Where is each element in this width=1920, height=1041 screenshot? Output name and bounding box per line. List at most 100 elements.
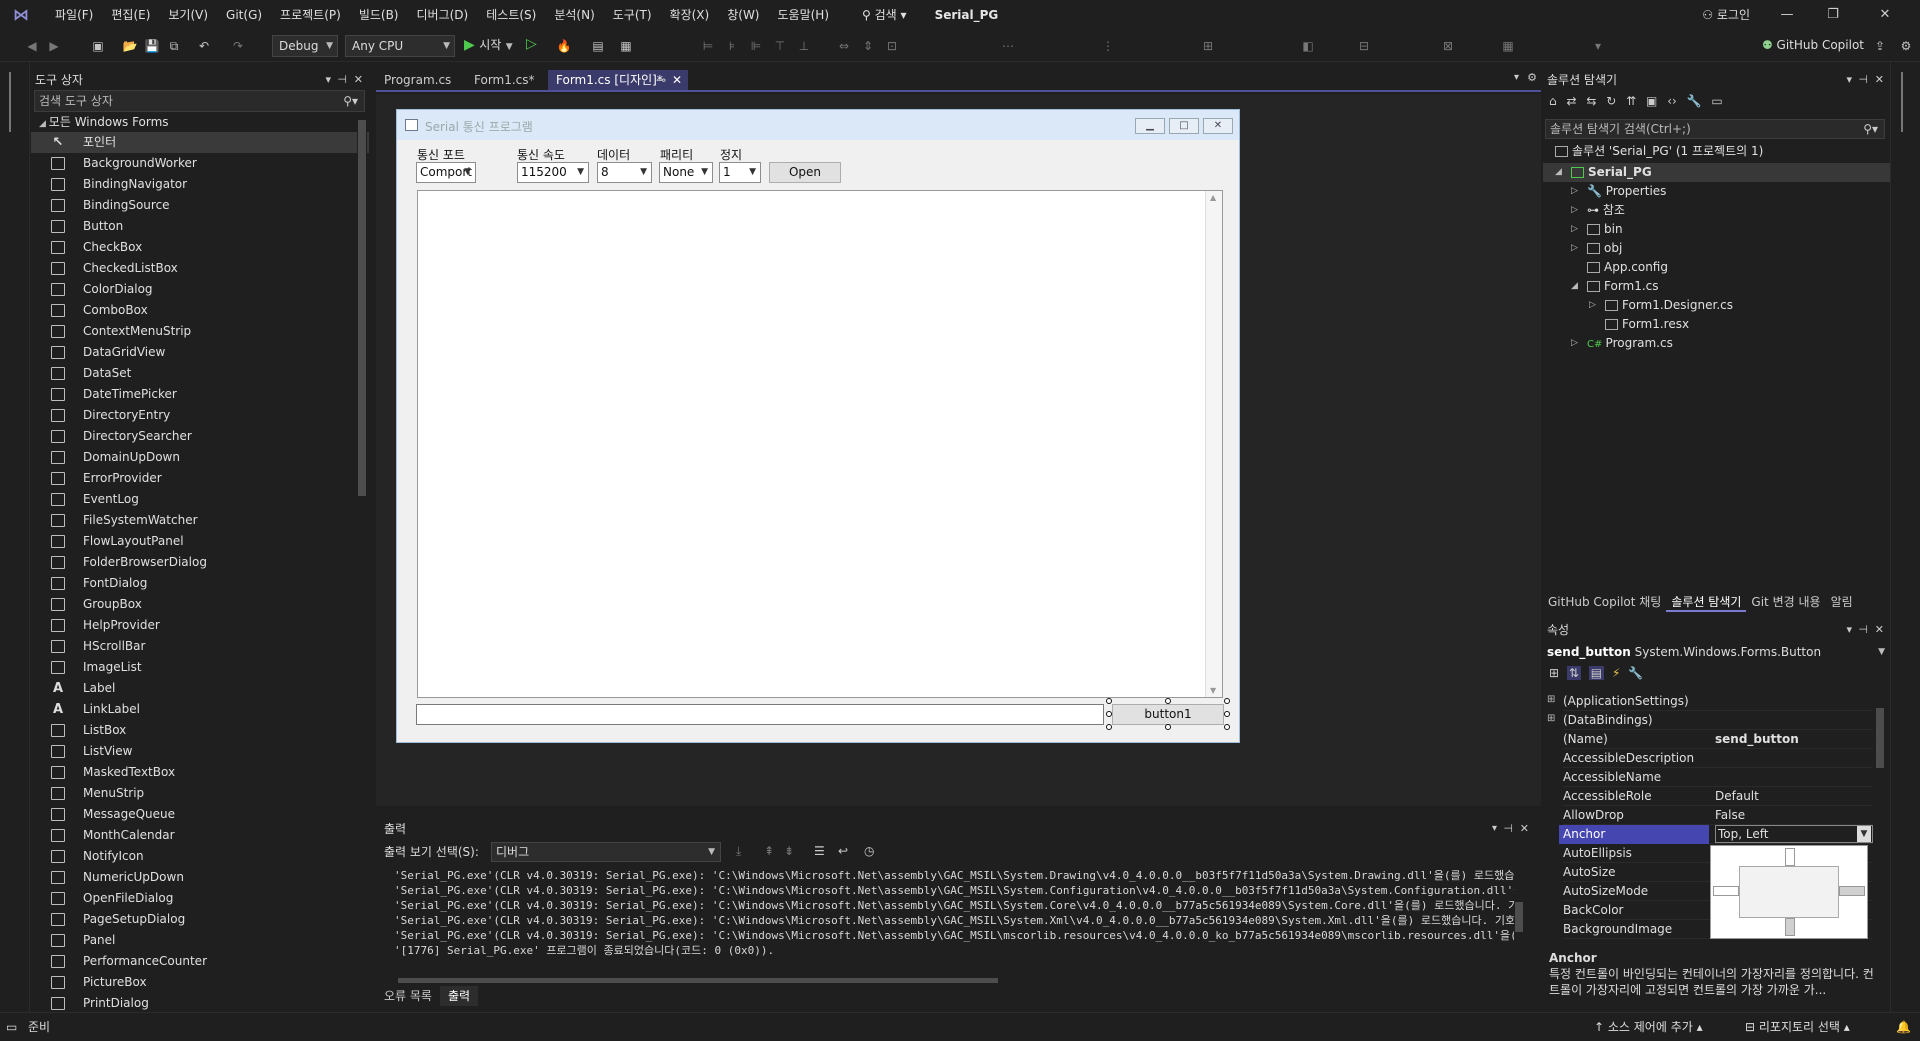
- tab-copilot-chat[interactable]: GitHub Copilot 채팅: [1543, 592, 1666, 612]
- menu-extensions[interactable]: 확장(X): [661, 0, 719, 30]
- receive-textbox[interactable]: ▲ ▼: [417, 190, 1223, 698]
- close-icon[interactable]: ✕: [1520, 818, 1529, 840]
- prop-row[interactable]: AccessibleRole Default: [1563, 787, 1873, 806]
- dropdown-icon[interactable]: ▾: [325, 70, 331, 90]
- toolbox-search-input[interactable]: 검색 도구 상자 ⚲▾: [34, 90, 365, 112]
- tree-program-cs[interactable]: ▷ C# Program.cs: [1571, 334, 1673, 353]
- toolbox-item[interactable]: ColorDialog: [31, 279, 369, 300]
- events-lightning-icon[interactable]: ⚡: [1612, 666, 1620, 680]
- dropdown-icon[interactable]: ▾: [1846, 70, 1852, 90]
- toolbox-item[interactable]: NumericUpDown: [31, 867, 369, 888]
- toolbox-item[interactable]: MonthCalendar: [31, 825, 369, 846]
- toolbox-item[interactable]: DirectorySearcher: [31, 426, 369, 447]
- tab-git-changes[interactable]: Git 변경 내용: [1746, 592, 1825, 612]
- center-horizontally-icon[interactable]: ⊞: [1200, 38, 1216, 54]
- toolbox-item[interactable]: MessageQueue: [31, 804, 369, 825]
- tree-form1-designer[interactable]: ▷ Form1.Designer.cs: [1589, 296, 1733, 315]
- menu-project[interactable]: 프로젝트(P): [271, 0, 350, 30]
- toolbox-item[interactable]: ErrorProvider: [31, 468, 369, 489]
- combo-parity[interactable]: None ▼: [659, 162, 713, 183]
- anchor-editor[interactable]: [1710, 845, 1868, 939]
- combo-stop[interactable]: 1 ▼: [719, 162, 761, 183]
- expand-icon[interactable]: ▷: [1571, 182, 1578, 201]
- properties-list-icon[interactable]: ▤: [1588, 666, 1605, 680]
- pin-icon[interactable]: ⊸: [656, 70, 666, 90]
- layout-icon[interactable]: ▦: [618, 38, 634, 54]
- menu-test[interactable]: 테스트(S): [477, 0, 545, 30]
- prop-value[interactable]: Top, Left ▼: [1715, 825, 1873, 843]
- more-tools-icon[interactable]: ▾: [1590, 38, 1606, 54]
- tab-order-icon[interactable]: ⊟: [1356, 38, 1372, 54]
- property-pages-wrench-icon[interactable]: 🔧: [1628, 666, 1643, 680]
- preview-icon[interactable]: ▭: [1711, 94, 1722, 108]
- toolbox-dock-tab[interactable]: [9, 72, 21, 132]
- prop-row[interactable]: AccessibleDescription: [1563, 749, 1873, 768]
- solution-search-input[interactable]: 솔루션 탐색기 검색(Ctrl+;) ⚲▾: [1545, 119, 1885, 139]
- toolbox-item[interactable]: PageSetupDialog: [31, 909, 369, 930]
- toolbox-item[interactable]: OpenFileDialog: [31, 888, 369, 909]
- start-without-debug-icon[interactable]: ▷: [526, 36, 537, 52]
- toolbox-item[interactable]: BindingSource: [31, 195, 369, 216]
- align-centers-icon[interactable]: ⊧: [724, 38, 740, 54]
- toolbox-item[interactable]: A LinkLabel: [31, 699, 369, 720]
- close-tab-icon[interactable]: ✕: [672, 70, 682, 90]
- menu-edit[interactable]: 편집(E): [102, 0, 159, 30]
- pin-icon[interactable]: ⊣: [1858, 70, 1868, 90]
- output-vscrollbar-thumb[interactable]: [1515, 902, 1523, 932]
- toolbox-item[interactable]: CheckedListBox: [31, 258, 369, 279]
- label-stop[interactable]: 정지: [720, 146, 742, 163]
- anchor-bottom[interactable]: [1785, 918, 1795, 936]
- find-message-icon[interactable]: ⤓: [736, 844, 741, 859]
- back-icon[interactable]: ◀: [24, 38, 40, 54]
- tree-properties[interactable]: ▷ 🔧 Properties: [1571, 182, 1666, 201]
- save-icon[interactable]: 💾: [144, 38, 160, 54]
- toolbox-item[interactable]: ListBox: [31, 720, 369, 741]
- restore-icon[interactable]: ❐: [1810, 0, 1856, 30]
- combo-port[interactable]: Comport ▼: [416, 162, 476, 183]
- open-button[interactable]: Open: [769, 162, 841, 183]
- prop-value[interactable]: False: [1715, 806, 1873, 825]
- select-repository-button[interactable]: ⊟ 리포지토리 선택 ▴: [1745, 1013, 1850, 1041]
- close-icon[interactable]: ✕: [1862, 0, 1908, 30]
- properties-scrollbar[interactable]: [1876, 692, 1884, 940]
- toolbox-item[interactable]: ↖ 포인터: [31, 132, 369, 153]
- platform-select[interactable]: Any CPU ▼: [345, 35, 455, 57]
- combo-baud[interactable]: 115200 ▼: [517, 162, 589, 183]
- view-code-icon[interactable]: ‹›: [1667, 94, 1677, 108]
- github-copilot-button[interactable]: ⚉ GitHub Copilot: [1762, 38, 1864, 52]
- prop-row[interactable]: (Name) send_button: [1563, 730, 1873, 749]
- collapse-all-icon[interactable]: ⇈: [1626, 94, 1636, 108]
- selection-handle[interactable]: [1224, 698, 1230, 704]
- selection-handle[interactable]: [1106, 724, 1112, 730]
- global-search[interactable]: ⚲ 검색 ▾: [854, 0, 915, 30]
- selection-handle[interactable]: [1106, 711, 1112, 717]
- selection-handle[interactable]: [1165, 698, 1171, 704]
- chevron-down-icon[interactable]: ▼: [1857, 826, 1871, 842]
- dropdown-icon[interactable]: ▾: [1846, 620, 1852, 640]
- close-icon[interactable]: ✕: [1875, 620, 1884, 640]
- toolbox-item[interactable]: DirectoryEntry: [31, 405, 369, 426]
- redo-icon[interactable]: ↷: [230, 38, 246, 54]
- align-rights-icon[interactable]: ⊫: [748, 38, 764, 54]
- tree-solution[interactable]: 솔루션 'Serial_PG' (1 프로젝트의 1): [1555, 142, 1763, 161]
- toolbox-item[interactable]: HScrollBar: [31, 636, 369, 657]
- menu-window[interactable]: 창(W): [718, 0, 768, 30]
- anchor-top[interactable]: [1785, 848, 1795, 866]
- label-baud[interactable]: 통신 속도: [517, 146, 565, 163]
- properties-wrench-icon[interactable]: 🔧: [1687, 94, 1702, 108]
- scroll-up-icon[interactable]: ▲: [1210, 193, 1216, 202]
- expand-icon[interactable]: ▷: [1589, 296, 1596, 315]
- align-lefts-icon[interactable]: ⊨: [700, 38, 716, 54]
- toolbox-item[interactable]: BindingNavigator: [31, 174, 369, 195]
- toolbox-item[interactable]: MenuStrip: [31, 783, 369, 804]
- toolbox-item[interactable]: DataGridView: [31, 342, 369, 363]
- align-middles-icon[interactable]: ⊥: [796, 38, 812, 54]
- menu-build[interactable]: 빌드(B): [350, 0, 408, 30]
- tree-form1-resx[interactable]: Form1.resx: [1605, 315, 1689, 334]
- expand-icon[interactable]: ▷: [1571, 239, 1578, 258]
- tree-bin[interactable]: ▷ bin: [1571, 220, 1623, 239]
- toolbox-item[interactable]: DateTimePicker: [31, 384, 369, 405]
- lock-controls-icon[interactable]: ⊠: [1440, 38, 1456, 54]
- output-hscrollbar-thumb[interactable]: [398, 978, 998, 983]
- tab-error-list[interactable]: 오류 목록: [376, 986, 440, 1006]
